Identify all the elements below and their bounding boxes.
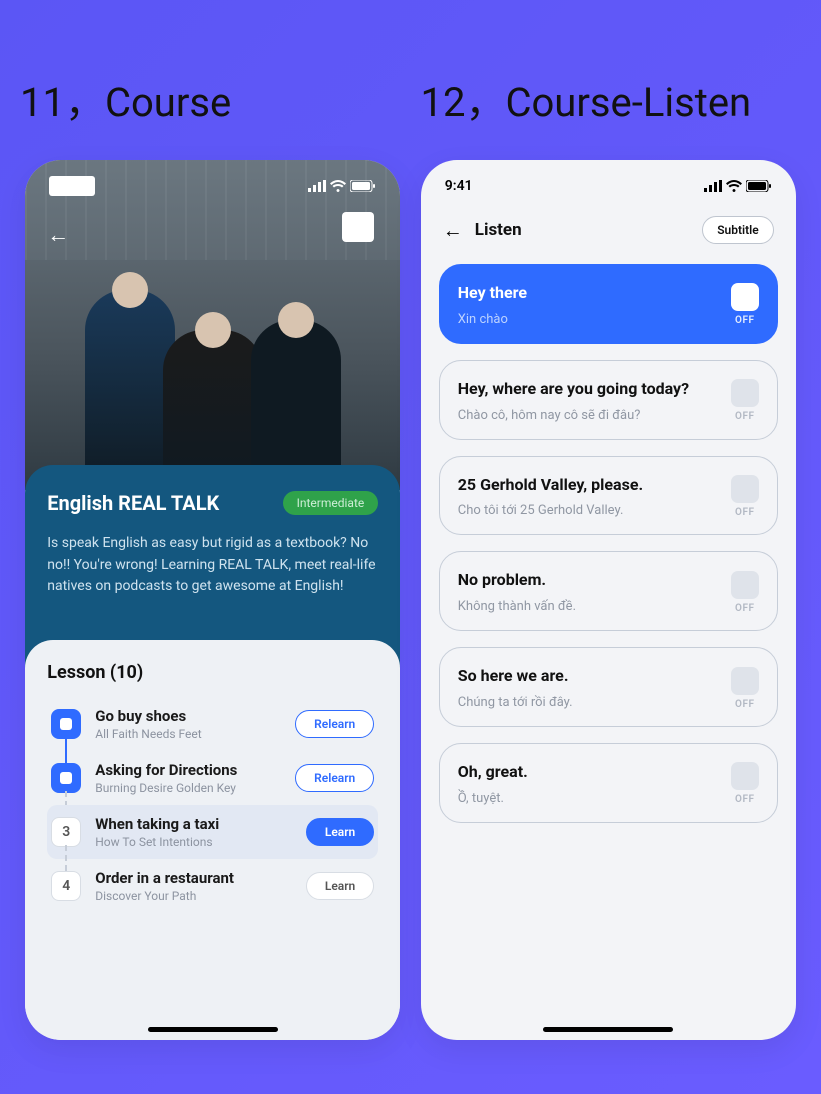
status-bar: 9:41 xyxy=(421,166,796,206)
course-title: English REAL TALK xyxy=(47,491,219,515)
listen-translation: Chào cô, hôm nay cô sẽ đi đâu? xyxy=(458,408,717,423)
listen-cards: Hey thereXin chàoOFFHey, where are you g… xyxy=(421,256,796,831)
lesson-name: Go buy shoes xyxy=(95,707,281,725)
level-badge: Intermediate xyxy=(283,491,379,515)
lesson-subtitle: How To Set Intentions xyxy=(95,835,292,849)
listen-card[interactable]: Oh, great. Ồ, tuyệt. OFF xyxy=(439,743,778,823)
lesson-row[interactable]: Go buy shoes All Faith Needs Feet Relearn xyxy=(47,697,378,751)
battery-icon xyxy=(746,180,772,192)
learn-button[interactable]: Learn xyxy=(306,872,374,900)
status-bar xyxy=(25,166,400,206)
listen-card[interactable]: So here we are. Chúng ta tới rồi đây. OFF xyxy=(439,647,778,727)
lesson-step xyxy=(51,709,81,739)
listen-card[interactable]: No problem. Không thành vấn đề. OFF xyxy=(439,551,778,631)
listen-title: Listen xyxy=(475,220,522,240)
home-indicator[interactable] xyxy=(543,1027,673,1032)
listen-translation: Cho tôi tới 25 Gerhold Valley. xyxy=(458,503,717,518)
back-button[interactable]: ← xyxy=(47,222,69,248)
card-toggle[interactable]: OFF xyxy=(731,762,759,805)
listen-translation: Chúng ta tới rồi đây. xyxy=(458,695,717,710)
lesson-step xyxy=(51,763,81,793)
listen-english: So here we are. xyxy=(458,666,717,687)
menu-placeholder[interactable] xyxy=(342,212,374,242)
phone-listen: 9:41 ← Listen Subtitle Hey there Xin chào… xyxy=(421,160,796,1040)
card-toggle[interactable]: OFF xyxy=(731,379,759,422)
home-indicator[interactable] xyxy=(148,1027,278,1032)
status-indicators xyxy=(704,180,772,192)
card-toggle[interactable]: OFF xyxy=(731,283,759,326)
lesson-row[interactable]: Asking for Directions Burning Desire Gold… xyxy=(47,751,378,805)
listen-english: Hey there xyxy=(458,283,717,304)
listen-card[interactable]: 25 Gerhold Valley, please. Cho tôi tới 25… xyxy=(439,456,778,536)
toggle-label: OFF xyxy=(735,315,754,326)
toggle-box-icon xyxy=(731,379,759,407)
toggle-box-icon xyxy=(731,667,759,695)
screen-labels: 11，Course 12，Course-Listen xyxy=(0,70,821,128)
listen-english: Oh, great. xyxy=(458,762,717,783)
lesson-name: When taking a taxi xyxy=(95,815,292,833)
lesson-row[interactable]: 3 When taking a taxi How To Set Intentions… xyxy=(47,805,378,859)
relearn-button[interactable]: Relearn xyxy=(295,764,374,792)
lesson-step: 3 xyxy=(51,817,81,847)
toggle-label: OFF xyxy=(735,603,754,614)
listen-english: Hey, where are you going today? xyxy=(458,379,717,400)
listen-english: 25 Gerhold Valley, please. xyxy=(458,475,717,496)
listen-card[interactable]: Hey, where are you going today? Chào cô, … xyxy=(439,360,778,440)
lesson-row[interactable]: 4 Order in a restaurant Discover Your Path… xyxy=(47,859,378,913)
battery-icon xyxy=(350,180,376,192)
toggle-label: OFF xyxy=(735,507,754,518)
toggle-label: OFF xyxy=(735,411,754,422)
phone-course: ← English REAL TALK Intermediate Is spea… xyxy=(25,160,400,1040)
subtitle-button[interactable]: Subtitle xyxy=(702,216,774,244)
status-time-placeholder xyxy=(49,176,95,196)
lesson-name: Asking for Directions xyxy=(95,761,281,779)
listen-card[interactable]: Hey there Xin chào OFF xyxy=(439,264,778,344)
listen-english: No problem. xyxy=(458,570,717,591)
course-description: Is speak English as easy but rigid as a … xyxy=(47,533,378,598)
lesson-subtitle: Discover Your Path xyxy=(95,889,292,903)
lesson-step: 4 xyxy=(51,871,81,901)
toggle-box-icon xyxy=(731,571,759,599)
status-time: 9:41 xyxy=(445,178,473,194)
listen-translation: Ồ, tuyệt. xyxy=(458,791,717,806)
signal-icon xyxy=(704,180,722,192)
label-course: 11，Course xyxy=(20,70,411,128)
back-button[interactable]: ← xyxy=(443,218,463,243)
toggle-label: OFF xyxy=(735,699,754,710)
listen-translation: Không thành vấn đề. xyxy=(458,599,717,614)
signal-icon xyxy=(308,180,326,192)
label-course-listen: 12，Course-Listen xyxy=(411,70,802,128)
card-toggle[interactable]: OFF xyxy=(731,571,759,614)
relearn-button[interactable]: Relearn xyxy=(295,710,374,738)
lessons-header: Lesson (10) xyxy=(47,662,378,683)
listen-translation: Xin chào xyxy=(458,312,717,327)
learn-button[interactable]: Learn xyxy=(306,818,374,846)
lesson-subtitle: Burning Desire Golden Key xyxy=(95,781,281,795)
card-toggle[interactable]: OFF xyxy=(731,667,759,710)
lesson-name: Order in a restaurant xyxy=(95,869,292,887)
card-toggle[interactable]: OFF xyxy=(731,475,759,518)
toggle-box-icon xyxy=(731,762,759,790)
lesson-subtitle: All Faith Needs Feet xyxy=(95,727,281,741)
toggle-label: OFF xyxy=(735,794,754,805)
wifi-icon xyxy=(330,180,346,192)
toggle-box-icon xyxy=(731,283,759,311)
status-indicators xyxy=(308,180,376,192)
course-hero-image: ← xyxy=(25,160,400,490)
wifi-icon xyxy=(726,180,742,192)
lessons-panel: Lesson (10) Go buy shoes All Faith Needs … xyxy=(25,640,400,1040)
toggle-box-icon xyxy=(731,475,759,503)
